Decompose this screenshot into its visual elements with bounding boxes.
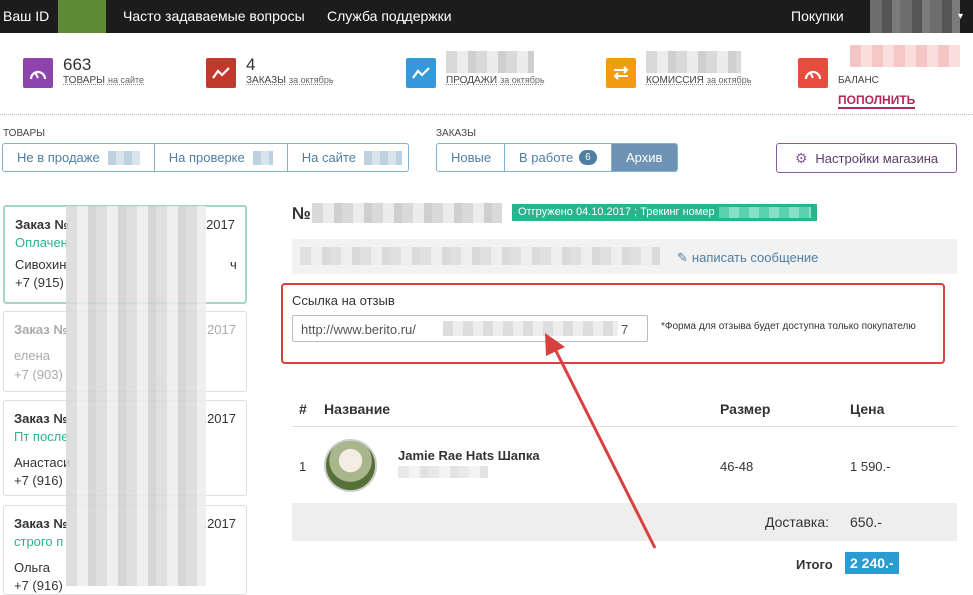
total-value: 2 240.- [845, 552, 899, 574]
exchange-arrows-icon [606, 58, 636, 88]
order-card-phone: +7 (903) [14, 367, 63, 382]
total-label: Итого [796, 557, 833, 572]
stat-products-value: 663 [63, 55, 92, 74]
orders-section-title: ЗАКАЗЫ [436, 128, 476, 139]
brand-logo [58, 0, 106, 33]
stat-sales-value-redacted [446, 51, 534, 73]
tab-new[interactable]: Новые [437, 144, 505, 171]
chevron-down-icon[interactable]: ▾ [958, 11, 963, 22]
redacted-region [443, 321, 618, 336]
order-card-date: .2017 [202, 217, 235, 232]
order-card-date: .2017 [203, 516, 236, 531]
in-work-count-badge: 6 [579, 150, 597, 165]
delivery-row: Доставка: 650.- [292, 503, 957, 541]
goods-tab-group: Не в продаже На проверке На сайте [2, 143, 409, 172]
order-card-title: Заказ № [14, 516, 68, 531]
goods-section-title: ТОВАРЫ [3, 128, 45, 139]
col-header-number: # [299, 401, 307, 417]
order-card-title: Заказ № [14, 411, 68, 426]
product-size: 46-48 [720, 459, 754, 474]
delivery-value: 650.- [850, 514, 882, 530]
tab-on-review[interactable]: На проверке [155, 144, 288, 171]
delivery-label: Доставка: [765, 514, 830, 530]
faq-link[interactable]: Часто задаваемые вопросы [123, 8, 305, 24]
stat-products-label: ТОВАРЫ на сайте [63, 75, 145, 86]
stat-orders-value: 4 [246, 55, 256, 74]
review-note: *Форма для отзыва будет доступна только … [661, 321, 916, 332]
order-card-customer: Ольга [14, 560, 51, 575]
gauge-icon [23, 58, 53, 88]
orders-tab-group: Новые В работе 6 Архив [436, 143, 678, 172]
order-card-status: Оплачен [15, 235, 68, 250]
order-card-title: Заказ № [15, 217, 69, 232]
order-card-customer: елена [14, 348, 51, 363]
product-price: 1 590.- [850, 459, 891, 474]
order-card-customer: Сивохин [15, 257, 67, 272]
stat-commission-label: КОМИССИЯ за октябрь [646, 75, 752, 86]
topup-link[interactable]: ПОПОЛНИТЬ [838, 93, 916, 109]
stat-balance-label: БАЛАНС [838, 75, 879, 86]
table-divider [292, 426, 957, 427]
tab-on-site[interactable]: На сайте [288, 144, 408, 171]
product-thumbnail[interactable] [324, 439, 377, 492]
table-row-number: 1 [299, 459, 307, 474]
order-info-bar [292, 239, 957, 274]
brand-link[interactable]: Ваш ID [3, 8, 49, 24]
order-card-date: .2017 [203, 411, 236, 426]
tab-in-work[interactable]: В работе 6 [505, 144, 612, 171]
stat-balance[interactable]: БАЛАНС ПОПОЛНИТЬ [798, 45, 968, 109]
user-avatar-redacted[interactable] [870, 0, 960, 33]
order-card-title: Заказ № [14, 322, 68, 337]
shipped-status-badge: Отгружено 04.10.2017 ; Трекинг номер [512, 204, 817, 221]
col-header-name: Название [324, 401, 391, 417]
review-link-label: Ссылка на отзыв [292, 293, 395, 308]
order-card-phone: +7 (916) [14, 473, 63, 488]
col-header-size: Размер [720, 401, 771, 417]
col-header-price: Цена [850, 401, 885, 417]
redacted-region [66, 206, 206, 586]
stat-sales-label: ПРОДАЖИ за октябрь [446, 75, 545, 86]
edit-icon: ✎ [677, 250, 688, 265]
tab-not-on-sale[interactable]: Не в продаже [3, 144, 155, 171]
product-name[interactable]: Jamie Rae Hats Шапка [398, 448, 540, 463]
redacted-region [300, 247, 660, 265]
order-card-customer: Анастаси [14, 455, 71, 470]
order-card-status: Пт после [14, 429, 69, 444]
stat-commission-value-redacted [646, 51, 741, 73]
order-card-phone: +7 (916) [14, 578, 63, 593]
gear-icon: ⚙ [794, 149, 808, 166]
store-settings-button[interactable]: ⚙ Настройки магазина [776, 143, 957, 173]
divider [0, 114, 973, 115]
write-message-link[interactable]: ✎ написать сообщение [677, 250, 818, 266]
review-link-input[interactable]: http://www.berito.ru/ 7 [292, 315, 648, 342]
gauge-icon [798, 58, 828, 88]
order-number-redacted [312, 203, 502, 223]
order-card-status: строго п [14, 534, 64, 549]
stat-balance-value-redacted [850, 45, 960, 67]
top-navigation-bar: Ваш ID Часто задаваемые вопросы Служба п… [0, 0, 973, 33]
order-card-phone: +7 (915) [15, 275, 64, 290]
redacted-region [398, 466, 488, 478]
order-number: № [292, 204, 311, 223]
chart-line-icon [406, 58, 436, 88]
support-link[interactable]: Служба поддержки [327, 8, 452, 24]
tab-archive[interactable]: Архив [612, 144, 677, 171]
purchases-link[interactable]: Покупки [791, 8, 844, 24]
order-card-date: .2017 [203, 322, 236, 337]
stat-orders-label: ЗАКАЗЫ за октябрь [246, 75, 334, 86]
chart-line-icon [206, 58, 236, 88]
